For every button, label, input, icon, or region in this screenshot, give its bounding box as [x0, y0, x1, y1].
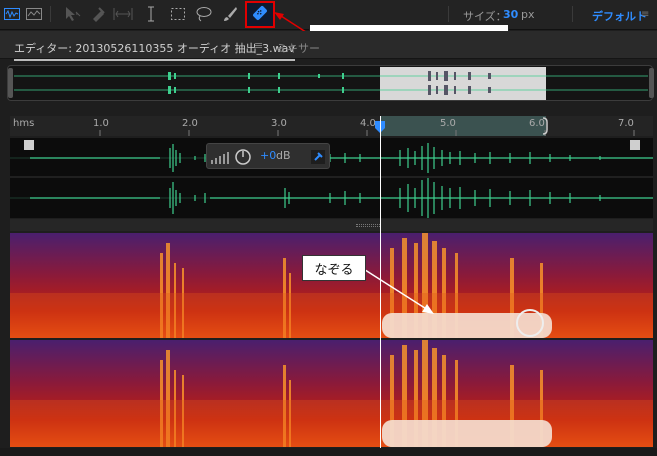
toolbar-separator [448, 6, 449, 22]
overview-waveform [8, 67, 654, 100]
tab-menu-icon[interactable]: ≡ [254, 39, 263, 52]
brush-size-value[interactable]: 30 [503, 8, 518, 21]
tab-mixer[interactable]: ミキサー [276, 40, 320, 56]
toolbar-separator [572, 6, 573, 22]
slip-tool-icon[interactable] [113, 4, 133, 24]
editor-tab-bar: エディター: 20130526110355 オーディオ 抽出_3.wav ≡ ミ… [0, 31, 657, 61]
level-meter-icon [211, 149, 251, 165]
amplitude-unit: dB [276, 149, 291, 162]
lasso-tool-icon[interactable] [194, 4, 214, 24]
spectral-view-icon[interactable] [24, 4, 44, 24]
annotation-label: なぞる [302, 255, 366, 281]
toolbar-separator [50, 6, 51, 22]
ruler-unit: hms [13, 118, 35, 129]
time-selection-tool-icon[interactable] [141, 4, 161, 24]
overview-navigator[interactable] [7, 65, 654, 101]
waveform-view-icon[interactable] [2, 4, 22, 24]
ruler-tick-label: 5.0 [440, 118, 456, 129]
annotation-arrow [361, 267, 434, 314]
marquee-selection-tool-icon[interactable] [168, 4, 188, 24]
move-tool-icon[interactable] [62, 4, 82, 24]
ruler-tick-label: 7.0 [618, 118, 634, 129]
waveform-display[interactable] [10, 138, 653, 218]
spot-healing-brush-icon [250, 3, 270, 27]
ruler-tick-label: 1.0 [93, 118, 109, 129]
spectrogram-channel-right[interactable] [10, 340, 653, 447]
status-strip [0, 448, 657, 456]
spectrogram-channel-left[interactable] [10, 233, 653, 338]
waveform-channels [10, 140, 653, 218]
workspace-selector[interactable]: デフォルト [592, 8, 647, 24]
workspace-menu-icon[interactable]: ≡ [641, 9, 649, 20]
ruler-ticks [99, 130, 635, 136]
splitter-grip-icon[interactable] [356, 224, 380, 227]
brush-size-label: サイズ： [463, 10, 507, 23]
ruler-tick-label: 3.0 [271, 118, 287, 129]
brush-size-unit: px [521, 8, 535, 21]
panel-splitter[interactable] [10, 219, 653, 231]
amplitude-value[interactable]: +0 [260, 149, 276, 162]
pin-icon[interactable] [311, 150, 325, 164]
razor-tool-icon[interactable] [88, 4, 108, 24]
ruler-tick-label: 2.0 [182, 118, 198, 129]
paintbrush-tool-icon[interactable] [220, 4, 240, 24]
tab-editor[interactable]: エディター: 20130526110355 オーディオ 抽出_3.wav [14, 40, 295, 61]
ruler-tick-label: 6.0 [529, 118, 545, 129]
